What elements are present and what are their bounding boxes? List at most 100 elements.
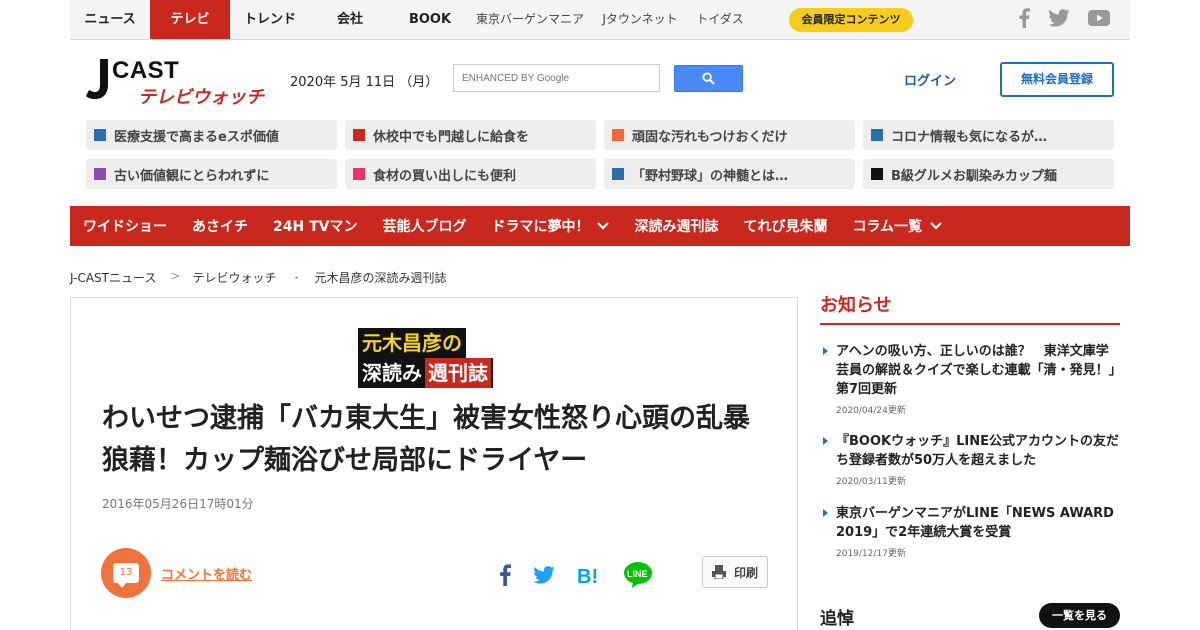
search-input[interactable]: [454, 65, 659, 91]
login-link[interactable]: ログイン: [904, 70, 956, 89]
breadcrumb-item: 元木昌彦の深読み週刊誌: [314, 271, 447, 285]
promo-tile[interactable]: 頑固な汚れもつけおくだけ: [604, 120, 855, 150]
facebook-icon[interactable]: [1018, 8, 1030, 32]
notice-item[interactable]: アヘンの吸い方、正しいのは誰？ 東洋文庫学芸員の解説＆クイズで楽しむ連載「清・発…: [822, 342, 1120, 416]
breadcrumb-separator: ・: [290, 271, 303, 285]
comment-icon: 13: [113, 563, 139, 588]
section-nav-columns[interactable]: コラム一覧: [852, 216, 942, 236]
top-nav-jtown[interactable]: Jタウンネット: [590, 0, 690, 39]
promo-tile[interactable]: 食材の買い出しにも便利: [345, 159, 596, 189]
comment-count: 13: [119, 567, 133, 578]
svg-text:B!: B!: [577, 566, 598, 585]
section-nav-weekly[interactable]: 深読み週刊誌: [634, 216, 718, 236]
facebook-share-icon[interactable]: [499, 564, 511, 590]
current-date: 2020年 5月 11日 （月）: [290, 75, 439, 90]
promo-tile-label: 医療支援で高まるeスポ価値: [114, 129, 279, 145]
section-nav-terebi[interactable]: てれび見朱蘭: [743, 216, 827, 236]
search-icon: [702, 72, 715, 85]
promo-tile[interactable]: B級グルメお馴染みカップ麺: [863, 159, 1114, 189]
column-badge-highlight: 週刊誌: [425, 358, 491, 388]
view-list-button[interactable]: 一覧を見る: [1039, 603, 1120, 628]
square-icon: [871, 168, 883, 180]
promo-tile-label: 食材の買い出しにも便利: [373, 168, 517, 184]
section-nav-label: てれび見朱蘭: [743, 219, 828, 235]
section-nav: ワイドショー あさイチ 24H TVマン 芸能人ブログ ドラマに夢中！ 深読み週…: [70, 206, 1130, 246]
top-nav-trend[interactable]: トレンド: [230, 0, 310, 39]
notice-title[interactable]: 『BOOKウォッチ』LINE公式アカウントの友だち登録者数が50万人を超えました: [822, 432, 1120, 470]
top-nav-bargain[interactable]: 東京バーゲンマニア: [470, 0, 590, 39]
notice-date: 2019/12/17更新: [836, 549, 906, 559]
hatena-bookmark-icon[interactable]: B!: [577, 565, 601, 589]
logo-wordmark: CAST: [112, 57, 179, 84]
square-icon: [871, 129, 883, 141]
site-logo[interactable]: CAST テレビウォッチ: [86, 57, 268, 109]
share-buttons: B! LINE: [499, 561, 653, 593]
section-nav-label: あさイチ: [192, 219, 248, 235]
search-button[interactable]: [674, 65, 743, 92]
notice-title[interactable]: 東京バーゲンマニアがLINE「NEWS AWARD 2019」で2年連続大賞を受…: [822, 504, 1120, 542]
top-nav: ニュース テレビ トレンド 会社 BOOK 東京バーゲンマニア Jタウンネット …: [70, 0, 750, 39]
section-nav-label: 深読み週刊誌: [634, 219, 719, 235]
divider: [820, 323, 1120, 325]
promo-tile-label: 古い価値観にとらわれずに: [114, 168, 270, 184]
promo-tile[interactable]: 休校中でも門越しに給食を: [345, 120, 596, 150]
section-nav-drama[interactable]: ドラマに夢中！: [491, 216, 610, 236]
notices-heading: お知らせ: [820, 295, 892, 316]
top-nav-company[interactable]: 会社: [310, 0, 390, 39]
notice-item[interactable]: 『BOOKウォッチ』LINE公式アカウントの友だち登録者数が50万人を超えました…: [822, 432, 1120, 487]
top-nav-toidas[interactable]: トイダス: [690, 0, 750, 39]
section-nav-asaichi[interactable]: あさイチ: [192, 216, 248, 236]
search-box[interactable]: [453, 64, 660, 92]
top-nav-book[interactable]: BOOK: [390, 0, 470, 39]
print-label: 印刷: [733, 565, 758, 580]
promo-tile[interactable]: 古い価値観にとらわれずに: [86, 159, 337, 189]
notice-date: 2020/04/24更新: [836, 406, 906, 416]
breadcrumb-separator: >: [170, 269, 181, 283]
column-badge-line2: 深読み 週刊誌: [358, 358, 493, 388]
comment-count-button[interactable]: 13: [101, 548, 151, 598]
promo-tile[interactable]: コロナ情報も気になるが…: [863, 120, 1114, 150]
top-nav-news[interactable]: ニュース: [70, 0, 150, 39]
article-date: 2016年05月26日17時01分: [102, 497, 254, 511]
notice-date: 2020/03/11更新: [836, 477, 906, 487]
twitter-share-icon[interactable]: [533, 566, 555, 588]
notice-item[interactable]: 東京バーゲンマニアがLINE「NEWS AWARD 2019」で2年連続大賞を受…: [822, 504, 1120, 559]
square-icon: [94, 168, 106, 180]
youtube-icon[interactable]: [1088, 10, 1110, 30]
breadcrumb-item[interactable]: テレビウォッチ: [192, 269, 276, 286]
promo-tile-label: 休校中でも門越しに給食を: [373, 129, 530, 145]
social-links: [1018, 8, 1110, 32]
page: ニュース テレビ トレンド 会社 BOOK 東京バーゲンマニア Jタウンネット …: [0, 0, 1200, 630]
line-share-icon[interactable]: LINE: [623, 561, 653, 593]
article-card: 元木昌彦の 深読み 週刊誌 わいせつ逮捕「バカ東大生」被害女性怒り心頭の乱暴狼藉…: [70, 297, 798, 630]
chevron-down-icon: [597, 222, 610, 230]
read-comments-link[interactable]: コメントを読む: [161, 564, 252, 583]
promo-tile[interactable]: 「野村野球」の神髄とは…: [604, 159, 855, 189]
section-nav-label: 24H TVマン: [273, 219, 358, 235]
article-title: わいせつ逮捕「バカ東大生」被害女性怒り心頭の乱暴狼藉！カップ麺浴びせ局部にドライ…: [102, 403, 750, 476]
column-badge-line1: 元木昌彦の: [358, 328, 466, 358]
print-button[interactable]: 印刷: [702, 556, 768, 588]
square-icon: [612, 168, 624, 180]
promo-tile-label: B級グルメお馴染みカップ麺: [891, 168, 1057, 184]
promo-tile-label: 「野村野球」の神髄とは…: [632, 168, 789, 184]
print-icon: [711, 565, 726, 579]
section-nav-24h[interactable]: 24H TVマン: [273, 216, 357, 236]
square-icon: [353, 129, 365, 141]
top-nav-tv[interactable]: テレビ: [150, 0, 230, 39]
members-content-button[interactable]: 会員限定コンテンツ: [789, 8, 913, 32]
twitter-icon[interactable]: [1048, 9, 1070, 31]
breadcrumb: J-CASTニュース > テレビウォッチ ・ 元木昌彦の深読み週刊誌: [70, 269, 447, 286]
section-nav-label: ワイドショー: [83, 219, 167, 235]
square-icon: [353, 168, 365, 180]
promo-tiles: 医療支援で高まるeスポ価値 休校中でも門越しに給食を 頑固な汚れもつけおくだけ …: [86, 120, 1114, 189]
breadcrumb-item[interactable]: J-CASTニュース: [70, 269, 156, 286]
notice-title[interactable]: アヘンの吸い方、正しいのは誰？ 東洋文庫学芸員の解説＆クイズで楽しむ連載「清・発…: [822, 342, 1120, 399]
section-nav-blog[interactable]: 芸能人ブログ: [382, 216, 466, 236]
section-nav-wideshow[interactable]: ワイドショー: [83, 216, 167, 236]
logo-subtitle: テレビウォッチ: [138, 87, 265, 108]
section-nav-label: 芸能人ブログ: [382, 219, 467, 235]
promo-tile[interactable]: 医療支援で高まるeスポ価値: [86, 120, 337, 150]
section-nav-label: コラム一覧: [852, 219, 923, 235]
register-button[interactable]: 無料会員登録: [1000, 62, 1114, 97]
